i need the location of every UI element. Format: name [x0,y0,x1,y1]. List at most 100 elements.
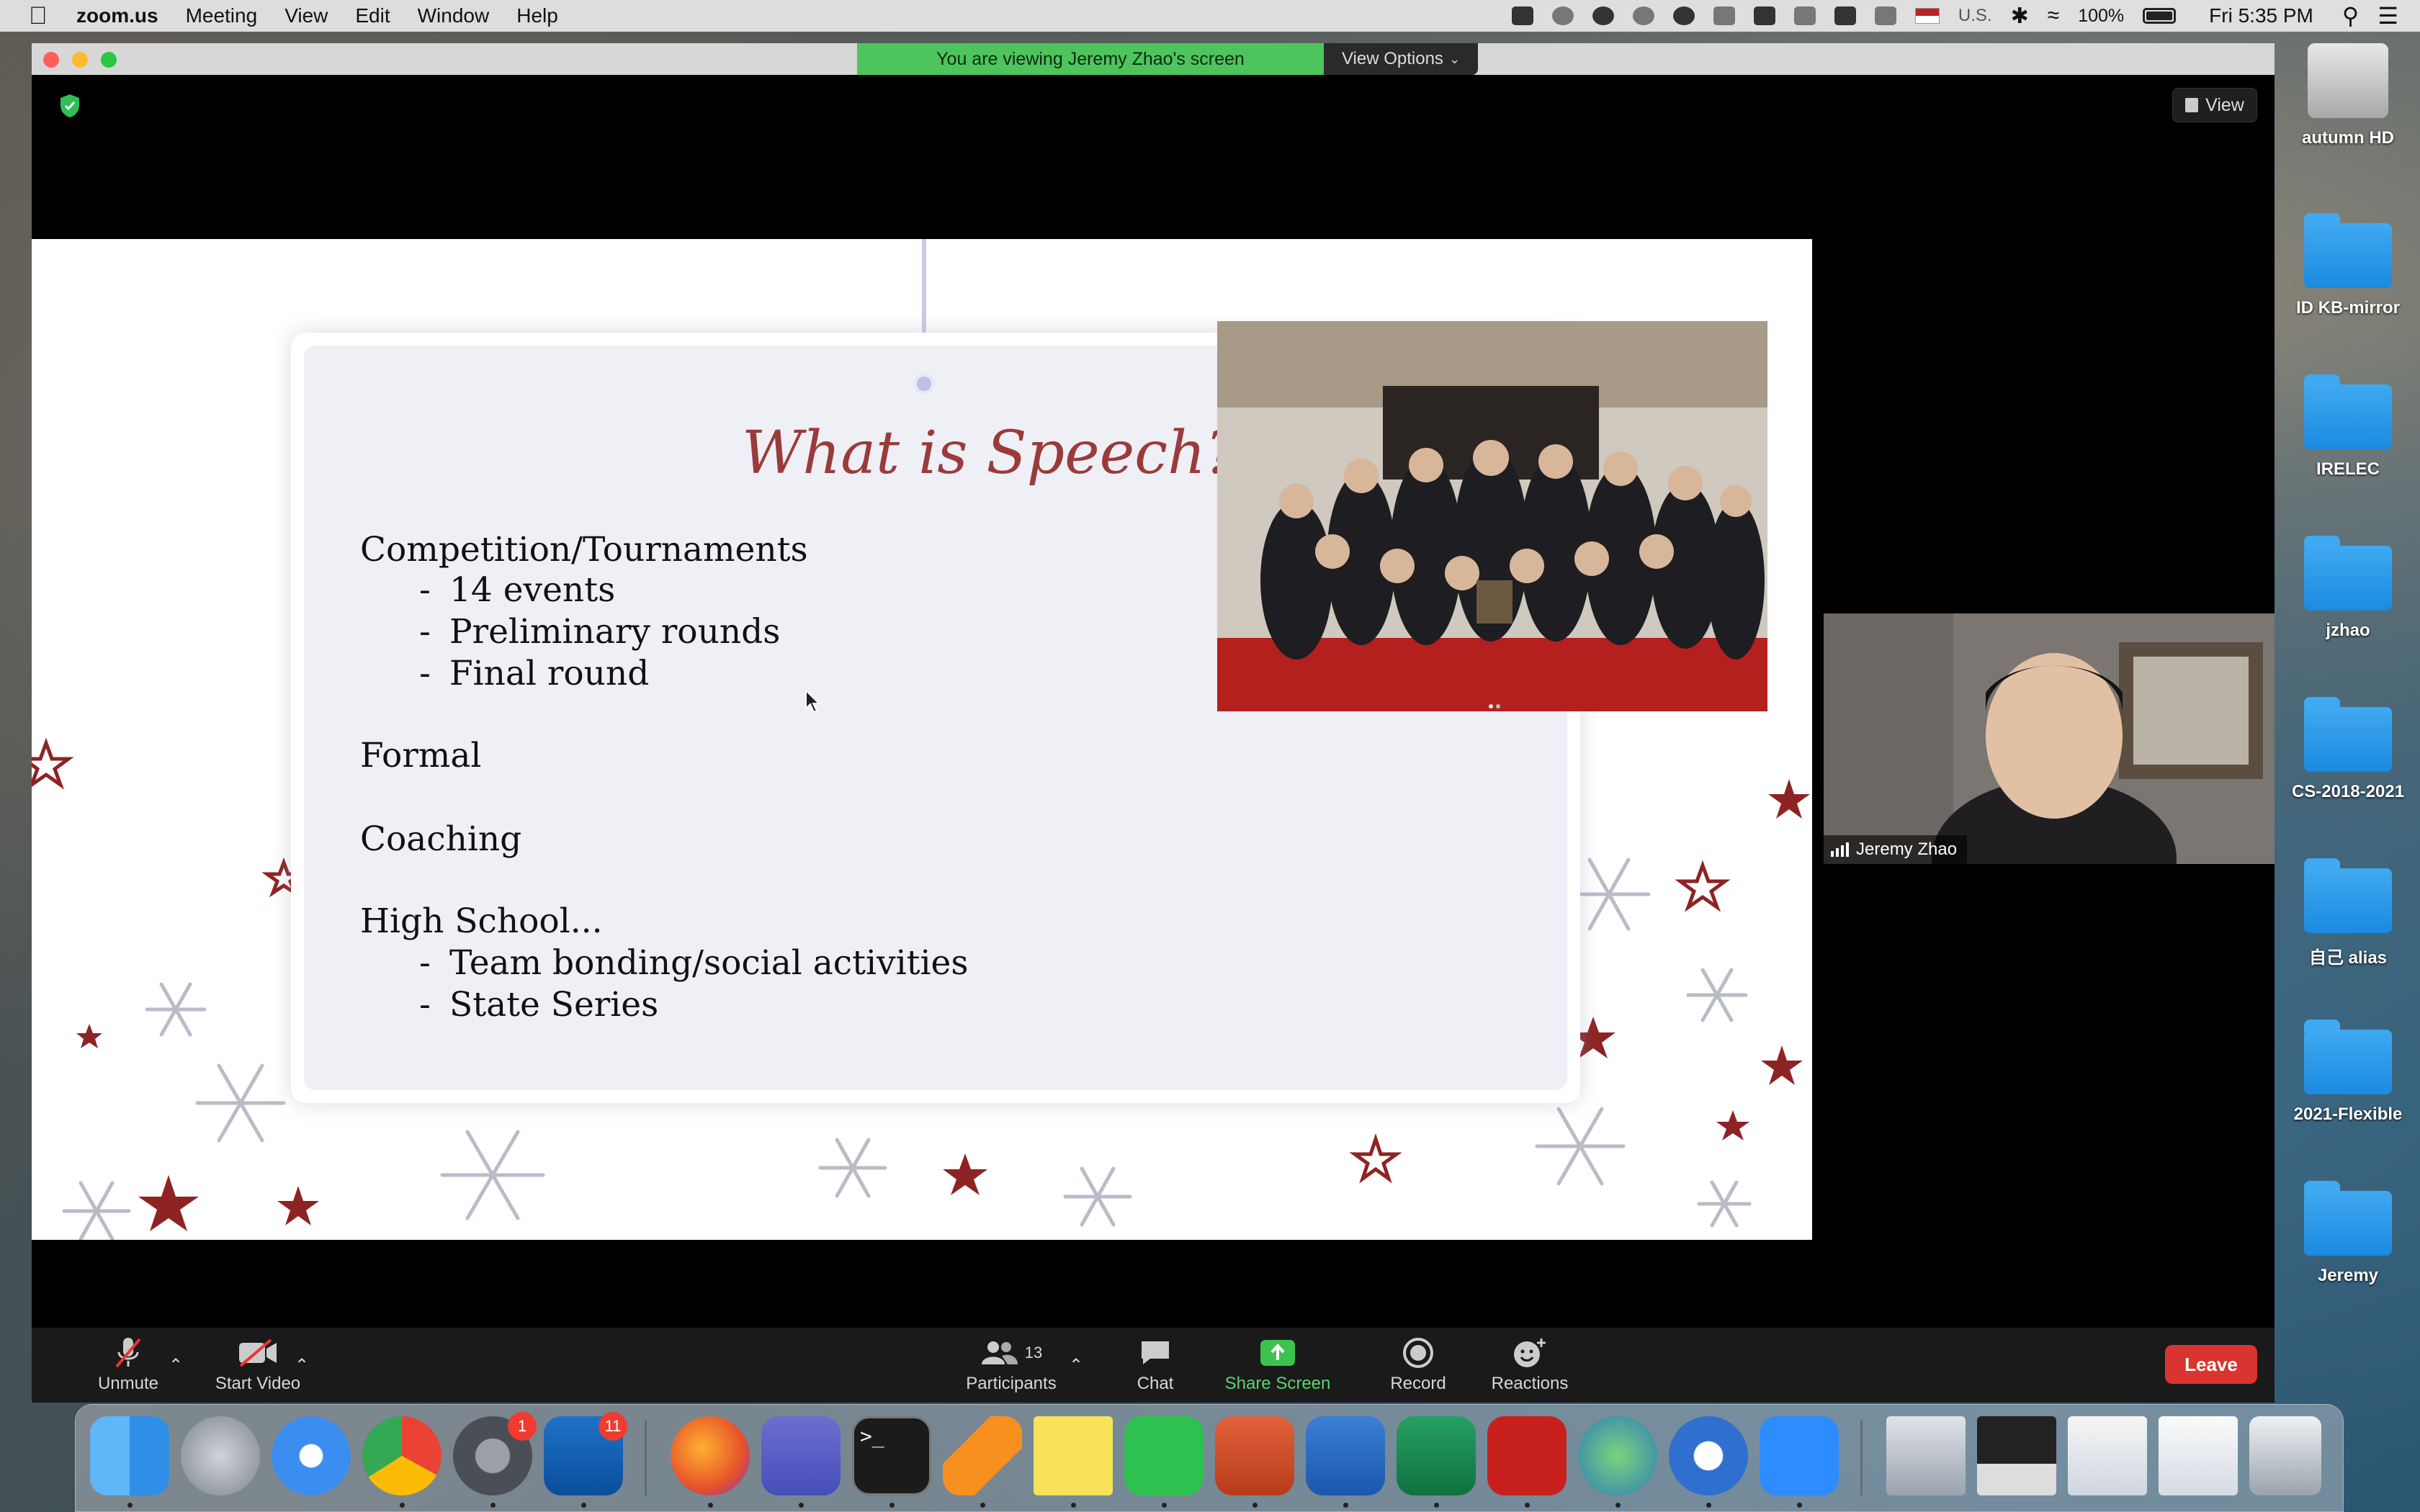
audio-options-chevron-icon[interactable]: ⌃ [169,1328,183,1403]
input-source-label[interactable]: U.S. [1958,6,1992,26]
recent-document-thumbnail[interactable] [1886,1416,1966,1495]
safari-app-icon[interactable] [272,1416,351,1495]
stickies-app-icon[interactable] [1034,1416,1113,1495]
recent-document-thumbnail[interactable] [2159,1416,2238,1495]
menu-window[interactable]: Window [418,4,490,27]
video-options-chevron-icon[interactable]: ⌃ [295,1328,309,1403]
firefox-app-icon[interactable] [671,1416,750,1495]
teams-app-icon[interactable] [761,1416,841,1495]
bullet-dash: - [419,943,431,983]
recent-document-thumbnail[interactable] [2068,1416,2147,1495]
vlc-status-icon[interactable] [1753,6,1775,25]
us-flag-icon[interactable] [1914,8,1940,24]
menu-meeting[interactable]: Meeting [186,4,258,27]
view-button-label: View [2205,94,2244,115]
participants-chevron-icon[interactable]: ⌃ [1069,1328,1083,1403]
script-icon[interactable] [1793,6,1816,25]
launchpad-app-icon[interactable] [181,1416,260,1495]
wechat-app-icon[interactable] [1124,1416,1204,1495]
system-preferences-app-icon[interactable]: 1 [453,1412,537,1495]
participant-video-tile[interactable]: Jeremy Zhao [1824,613,2275,864]
running-indicator [799,1503,804,1508]
running-indicator [1343,1503,1348,1508]
finder-app-icon[interactable] [90,1416,169,1495]
menu-bar-status-area: U.S. ✱ ≈ 100% Fri 5:35 PM ⚲ ☰ [1511,0,2398,32]
menu-extra-icon[interactable] [1713,6,1735,25]
reactions-button[interactable]: Reactions [1479,1328,1580,1403]
wechat-status-icon[interactable] [1592,6,1614,25]
running-indicator [490,1503,496,1508]
running-indicator [1706,1503,1711,1508]
excel-app-icon[interactable] [1397,1416,1476,1495]
vlc-app-icon[interactable] [943,1416,1022,1495]
desktop-icon-label: 2021-Flexible [2293,1104,2403,1124]
menu-app-name[interactable]: zoom.us [76,4,158,27]
menu-edit[interactable]: Edit [355,4,390,27]
close-window-icon[interactable] [43,52,59,68]
slide-heading-high-school: High School... [360,901,603,941]
chat-button[interactable]: Chat [1112,1328,1198,1403]
status-icon[interactable] [1551,6,1574,25]
keyboard-icon[interactable] [1834,6,1856,25]
clock[interactable]: Fri 5:35 PM [2209,4,2313,27]
terminal-app-icon[interactable]: >_ [852,1416,931,1495]
running-indicator [980,1503,985,1508]
running-indicator [400,1503,405,1508]
chrome-app-icon[interactable] [362,1416,442,1495]
battery-percent[interactable]: 100% [2078,6,2124,27]
leave-meeting-button[interactable]: Leave [2165,1345,2257,1384]
slide-bullet-14-events: 14 events [449,570,616,610]
desktop-icon-label: 自己 alias [2308,948,2388,968]
airplay-icon[interactable] [1874,6,1896,25]
share-screen-label: Share Screen [1224,1374,1331,1393]
sync-status-icon[interactable] [1632,6,1654,25]
desktop-icon-label: ID KB-mirror [2295,298,2400,318]
desktop-drive-autumn-hd[interactable]: autumn HD [2276,40,2420,184]
spotlight-search-icon[interactable]: ⚲ [2342,2,2359,30]
wifi-icon[interactable]: ≈ [2048,4,2059,28]
desktop-folder-cs-2018-2021[interactable]: CS-2018-2021 [2276,690,2420,834]
folder-icon [2304,536,2392,611]
folder-icon [2304,374,2392,449]
desktop-folder-jzhao[interactable]: jzhao [2276,528,2420,672]
recent-document-thumbnail[interactable] [1977,1416,2056,1495]
chat-bubble-icon [1139,1336,1172,1369]
desktop-folder-irelec[interactable]: IRELEC [2276,367,2420,511]
desktop-folder-alias[interactable]: 自己 alias [2276,851,2420,995]
outlook-app-icon[interactable]: 11 [544,1412,627,1495]
view-options-button[interactable]: View Options ⌄ [1324,43,1478,75]
ornament-knob [913,373,935,395]
battery-icon[interactable] [2143,8,2177,24]
acrobat-app-icon[interactable] [1487,1416,1567,1495]
bullet-dash: - [419,654,431,693]
desktop-folder-2021-flexible[interactable]: 2021-Flexible [2276,1012,2420,1156]
desktop-folder-jeremy[interactable]: Jeremy [2276,1174,2420,1318]
menu-view[interactable]: View [284,4,328,27]
view-layout-button[interactable]: View [2172,88,2257,122]
minimize-window-icon[interactable] [72,52,88,68]
macos-dock: 1 11 >_ [75,1404,2344,1512]
microphone-muted-icon [114,1336,143,1369]
slide-title: What is Speech? [742,419,1237,487]
desktop-folder-id-kb-mirror[interactable]: ID KB-mirror [2276,206,2420,350]
zoom-status-icon[interactable] [1511,6,1533,25]
running-indicator [127,1503,133,1508]
synergy-app-icon[interactable] [1578,1416,1657,1495]
trash-icon[interactable] [2249,1416,2321,1495]
chevron-down-icon: ⌄ [1448,51,1461,66]
encryption-shield-icon[interactable] [59,94,81,118]
record-button[interactable]: Record [1371,1328,1465,1403]
word-app-icon[interactable] [1306,1416,1385,1495]
menu-help[interactable]: Help [516,4,558,27]
bluetooth-icon[interactable]: ✱ [2011,4,2029,29]
chat-label: Chat [1137,1374,1174,1393]
creative-cloud-icon[interactable] [1672,6,1695,25]
fullscreen-window-icon[interactable] [101,52,117,68]
powerpoint-app-icon[interactable] [1215,1416,1294,1495]
dock-separator [645,1421,647,1495]
citrix-app-icon[interactable] [1669,1416,1748,1495]
control-center-icon[interactable]: ☰ [2378,2,2398,30]
zoom-app-icon[interactable] [1760,1416,1839,1495]
share-screen-button[interactable]: Share Screen [1206,1328,1350,1403]
apple-icon[interactable]:  [29,0,55,32]
